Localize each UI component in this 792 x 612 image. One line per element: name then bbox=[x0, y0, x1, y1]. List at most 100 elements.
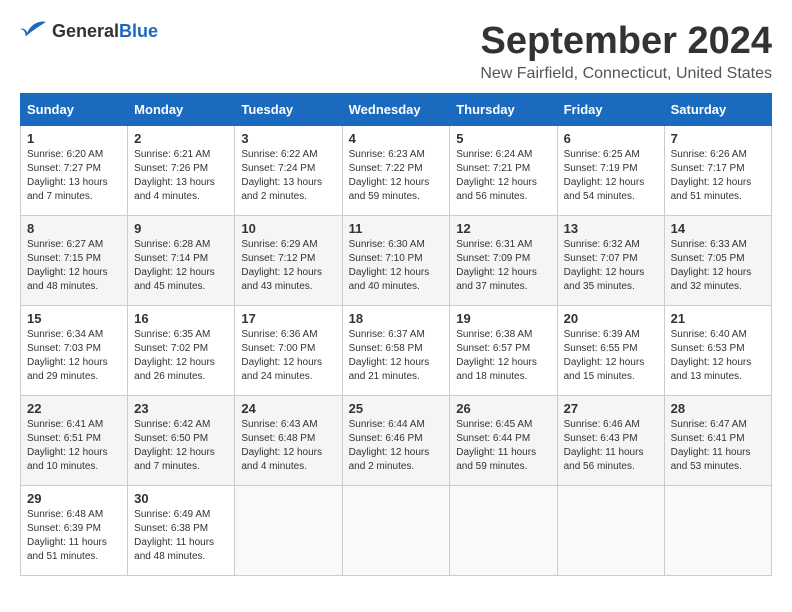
table-row bbox=[342, 486, 450, 576]
day-info: Sunrise: 6:35 AMSunset: 7:02 PMDaylight:… bbox=[134, 328, 228, 384]
table-row: 9 Sunrise: 6:28 AMSunset: 7:14 PMDayligh… bbox=[128, 216, 235, 306]
day-info: Sunrise: 6:33 AMSunset: 7:05 PMDaylight:… bbox=[671, 238, 765, 294]
day-number: 7 bbox=[671, 131, 765, 146]
header-sunday: Sunday bbox=[21, 94, 128, 126]
day-info: Sunrise: 6:39 AMSunset: 6:55 PMDaylight:… bbox=[564, 328, 658, 384]
table-row: 11 Sunrise: 6:30 AMSunset: 7:10 PMDaylig… bbox=[342, 216, 450, 306]
day-number: 12 bbox=[456, 221, 550, 236]
day-info: Sunrise: 6:27 AMSunset: 7:15 PMDaylight:… bbox=[27, 238, 121, 294]
table-row: 14 Sunrise: 6:33 AMSunset: 7:05 PMDaylig… bbox=[664, 216, 771, 306]
day-number: 20 bbox=[564, 311, 658, 326]
logo: GeneralBlue bbox=[20, 20, 158, 42]
table-row: 17 Sunrise: 6:36 AMSunset: 7:00 PMDaylig… bbox=[235, 306, 342, 396]
day-number: 9 bbox=[134, 221, 228, 236]
day-number: 19 bbox=[456, 311, 550, 326]
day-info: Sunrise: 6:48 AMSunset: 6:39 PMDaylight:… bbox=[27, 508, 121, 564]
table-row: 6 Sunrise: 6:25 AMSunset: 7:19 PMDayligh… bbox=[557, 126, 664, 216]
day-number: 8 bbox=[27, 221, 121, 236]
day-info: Sunrise: 6:30 AMSunset: 7:10 PMDaylight:… bbox=[349, 238, 444, 294]
day-info: Sunrise: 6:26 AMSunset: 7:17 PMDaylight:… bbox=[671, 148, 765, 204]
day-info: Sunrise: 6:32 AMSunset: 7:07 PMDaylight:… bbox=[564, 238, 658, 294]
table-row: 18 Sunrise: 6:37 AMSunset: 6:58 PMDaylig… bbox=[342, 306, 450, 396]
day-info: Sunrise: 6:22 AMSunset: 7:24 PMDaylight:… bbox=[241, 148, 335, 204]
calendar-row-1: 1 Sunrise: 6:20 AMSunset: 7:27 PMDayligh… bbox=[21, 126, 772, 216]
day-info: Sunrise: 6:42 AMSunset: 6:50 PMDaylight:… bbox=[134, 418, 228, 474]
day-number: 26 bbox=[456, 401, 550, 416]
table-row: 19 Sunrise: 6:38 AMSunset: 6:57 PMDaylig… bbox=[450, 306, 557, 396]
day-number: 29 bbox=[27, 491, 121, 506]
table-row: 10 Sunrise: 6:29 AMSunset: 7:12 PMDaylig… bbox=[235, 216, 342, 306]
table-row: 29 Sunrise: 6:48 AMSunset: 6:39 PMDaylig… bbox=[21, 486, 128, 576]
day-number: 17 bbox=[241, 311, 335, 326]
calendar-subtitle: New Fairfield, Connecticut, United State… bbox=[480, 65, 772, 83]
day-info: Sunrise: 6:46 AMSunset: 6:43 PMDaylight:… bbox=[564, 418, 658, 474]
day-info: Sunrise: 6:37 AMSunset: 6:58 PMDaylight:… bbox=[349, 328, 444, 384]
day-number: 23 bbox=[134, 401, 228, 416]
header-friday: Friday bbox=[557, 94, 664, 126]
day-number: 14 bbox=[671, 221, 765, 236]
page-header: GeneralBlue September 2024 New Fairfield… bbox=[20, 20, 772, 83]
table-row: 26 Sunrise: 6:45 AMSunset: 6:44 PMDaylig… bbox=[450, 396, 557, 486]
day-number: 28 bbox=[671, 401, 765, 416]
header-tuesday: Tuesday bbox=[235, 94, 342, 126]
table-row bbox=[235, 486, 342, 576]
table-row: 13 Sunrise: 6:32 AMSunset: 7:07 PMDaylig… bbox=[557, 216, 664, 306]
day-info: Sunrise: 6:41 AMSunset: 6:51 PMDaylight:… bbox=[27, 418, 121, 474]
table-row: 24 Sunrise: 6:43 AMSunset: 6:48 PMDaylig… bbox=[235, 396, 342, 486]
table-row: 1 Sunrise: 6:20 AMSunset: 7:27 PMDayligh… bbox=[21, 126, 128, 216]
logo-icon bbox=[20, 20, 48, 42]
header-thursday: Thursday bbox=[450, 94, 557, 126]
calendar-row-4: 22 Sunrise: 6:41 AMSunset: 6:51 PMDaylig… bbox=[21, 396, 772, 486]
table-row: 7 Sunrise: 6:26 AMSunset: 7:17 PMDayligh… bbox=[664, 126, 771, 216]
day-info: Sunrise: 6:23 AMSunset: 7:22 PMDaylight:… bbox=[349, 148, 444, 204]
day-info: Sunrise: 6:21 AMSunset: 7:26 PMDaylight:… bbox=[134, 148, 228, 204]
day-number: 11 bbox=[349, 221, 444, 236]
day-info: Sunrise: 6:38 AMSunset: 6:57 PMDaylight:… bbox=[456, 328, 550, 384]
calendar-row-2: 8 Sunrise: 6:27 AMSunset: 7:15 PMDayligh… bbox=[21, 216, 772, 306]
day-number: 5 bbox=[456, 131, 550, 146]
table-row: 22 Sunrise: 6:41 AMSunset: 6:51 PMDaylig… bbox=[21, 396, 128, 486]
day-number: 15 bbox=[27, 311, 121, 326]
day-info: Sunrise: 6:40 AMSunset: 6:53 PMDaylight:… bbox=[671, 328, 765, 384]
day-number: 30 bbox=[134, 491, 228, 506]
table-row: 5 Sunrise: 6:24 AMSunset: 7:21 PMDayligh… bbox=[450, 126, 557, 216]
day-info: Sunrise: 6:34 AMSunset: 7:03 PMDaylight:… bbox=[27, 328, 121, 384]
day-number: 1 bbox=[27, 131, 121, 146]
table-row bbox=[664, 486, 771, 576]
table-row: 28 Sunrise: 6:47 AMSunset: 6:41 PMDaylig… bbox=[664, 396, 771, 486]
table-row: 21 Sunrise: 6:40 AMSunset: 6:53 PMDaylig… bbox=[664, 306, 771, 396]
table-row: 8 Sunrise: 6:27 AMSunset: 7:15 PMDayligh… bbox=[21, 216, 128, 306]
table-row: 2 Sunrise: 6:21 AMSunset: 7:26 PMDayligh… bbox=[128, 126, 235, 216]
day-number: 2 bbox=[134, 131, 228, 146]
day-info: Sunrise: 6:43 AMSunset: 6:48 PMDaylight:… bbox=[241, 418, 335, 474]
day-info: Sunrise: 6:36 AMSunset: 7:00 PMDaylight:… bbox=[241, 328, 335, 384]
header-saturday: Saturday bbox=[664, 94, 771, 126]
table-row: 20 Sunrise: 6:39 AMSunset: 6:55 PMDaylig… bbox=[557, 306, 664, 396]
day-info: Sunrise: 6:47 AMSunset: 6:41 PMDaylight:… bbox=[671, 418, 765, 474]
day-info: Sunrise: 6:28 AMSunset: 7:14 PMDaylight:… bbox=[134, 238, 228, 294]
logo-general-text: General bbox=[52, 21, 119, 41]
day-number: 21 bbox=[671, 311, 765, 326]
table-row: 15 Sunrise: 6:34 AMSunset: 7:03 PMDaylig… bbox=[21, 306, 128, 396]
title-section: September 2024 New Fairfield, Connecticu… bbox=[480, 20, 772, 83]
day-info: Sunrise: 6:49 AMSunset: 6:38 PMDaylight:… bbox=[134, 508, 228, 564]
calendar-title: September 2024 bbox=[480, 20, 772, 63]
day-number: 13 bbox=[564, 221, 658, 236]
table-row: 25 Sunrise: 6:44 AMSunset: 6:46 PMDaylig… bbox=[342, 396, 450, 486]
day-number: 3 bbox=[241, 131, 335, 146]
table-row bbox=[450, 486, 557, 576]
day-info: Sunrise: 6:24 AMSunset: 7:21 PMDaylight:… bbox=[456, 148, 550, 204]
table-row: 27 Sunrise: 6:46 AMSunset: 6:43 PMDaylig… bbox=[557, 396, 664, 486]
header-wednesday: Wednesday bbox=[342, 94, 450, 126]
logo-blue-text: Blue bbox=[119, 21, 158, 41]
day-number: 6 bbox=[564, 131, 658, 146]
day-info: Sunrise: 6:29 AMSunset: 7:12 PMDaylight:… bbox=[241, 238, 335, 294]
header-monday: Monday bbox=[128, 94, 235, 126]
calendar-table: Sunday Monday Tuesday Wednesday Thursday… bbox=[20, 93, 772, 576]
table-row: 16 Sunrise: 6:35 AMSunset: 7:02 PMDaylig… bbox=[128, 306, 235, 396]
table-row: 23 Sunrise: 6:42 AMSunset: 6:50 PMDaylig… bbox=[128, 396, 235, 486]
calendar-row-3: 15 Sunrise: 6:34 AMSunset: 7:03 PMDaylig… bbox=[21, 306, 772, 396]
day-info: Sunrise: 6:20 AMSunset: 7:27 PMDaylight:… bbox=[27, 148, 121, 204]
table-row: 30 Sunrise: 6:49 AMSunset: 6:38 PMDaylig… bbox=[128, 486, 235, 576]
day-number: 10 bbox=[241, 221, 335, 236]
